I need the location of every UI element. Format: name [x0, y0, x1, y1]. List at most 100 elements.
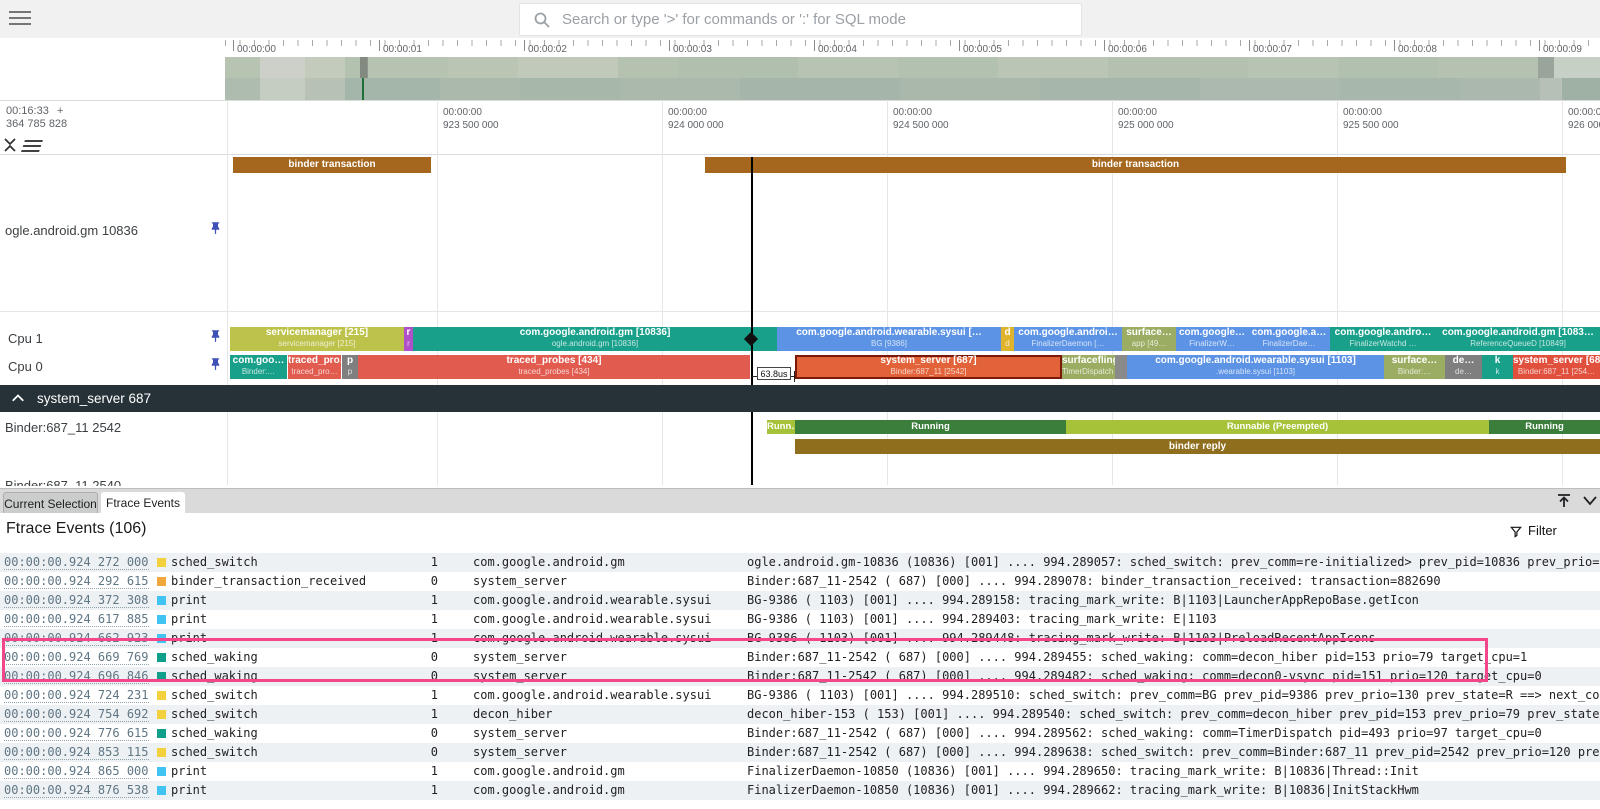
- timestamp-link[interactable]: 00:00:00.924 724 231: [4, 687, 149, 703]
- minimap-cpu-band-top[interactable]: [0, 57, 1600, 78]
- table-row[interactable]: 00:00:00.924 853 115sched_switch0system_…: [0, 743, 1600, 762]
- menu-icon[interactable]: [9, 11, 31, 27]
- minimap-segment: [440, 78, 520, 100]
- cpu-slice[interactable]: com.google…FinalizerW…: [1176, 327, 1248, 351]
- slice-label: k: [1482, 355, 1513, 367]
- timestamp-link[interactable]: 00:00:00.924 853 115: [4, 744, 149, 760]
- table-row[interactable]: 00:00:00.924 754 692sched_switch1decon_h…: [0, 705, 1600, 724]
- minimap-segment: [1248, 57, 1338, 78]
- slice-sublabel: traced_probes [434]: [358, 367, 750, 376]
- table-row[interactable]: 00:00:00.924 865 000print1com.google.and…: [0, 762, 1600, 781]
- viewport-marker[interactable]: [360, 57, 367, 78]
- table-row[interactable]: 00:00:00.924 662 923print1com.google.and…: [0, 629, 1600, 648]
- cpu-slice[interactable]: rr: [404, 327, 413, 351]
- cpu-slice[interactable]: com.google.a…FinalizerDae…: [1248, 327, 1330, 351]
- cpu-slice[interactable]: com.goo…Binder:…: [230, 355, 287, 379]
- pin-icon[interactable]: [208, 221, 223, 236]
- track-options-icon[interactable]: [21, 140, 43, 152]
- cpu-slice[interactable]: surface…Binder:…: [1384, 355, 1445, 379]
- slice-sublabel: Binder:687_11 [254…: [1513, 367, 1600, 376]
- cpu-slice[interactable]: servicemanager [215]servicemanager [215]: [230, 327, 404, 351]
- measurement-tick: [794, 371, 795, 382]
- timestamp-link[interactable]: 00:00:00.924 776 615: [4, 725, 149, 741]
- cpu-slice[interactable]: [1115, 355, 1127, 379]
- minimap-segment: [1338, 57, 1438, 78]
- event-args: Binder:687_11-2542 ( 687) [000] .... 994…: [747, 667, 1600, 686]
- tab-ftrace-events[interactable]: Ftrace Events: [101, 492, 185, 514]
- ftrace-events-table: 00:00:00.924 272 000sched_switch1com.goo…: [0, 547, 1600, 800]
- track-label-clipped[interactable]: Binder:687_11 2540: [5, 478, 121, 486]
- cpu-slice[interactable]: com.google.android.gm [1083…ReferenceQue…: [1436, 327, 1600, 351]
- slice-label: de…: [1445, 355, 1482, 367]
- panel-title: Ftrace Events (106): [6, 520, 147, 538]
- binder-reply-slice[interactable]: binder reply: [795, 439, 1600, 454]
- timestamp-link[interactable]: 00:00:00.924 754 692: [4, 706, 149, 722]
- binder-transaction-slice[interactable]: binder transaction: [233, 157, 431, 173]
- selection-marker-line: [751, 157, 753, 485]
- collapse-all-icon[interactable]: [2, 137, 18, 153]
- overview-ruler[interactable]: 00:00:0000:00:0100:00:0200:00:0300:00:04…: [0, 38, 1600, 57]
- cpu-slice[interactable]: system_server [687]Binder:687_11 [2542]: [795, 355, 1062, 379]
- minimap-cpu-band-bottom[interactable]: [0, 78, 1600, 100]
- timestamp-link[interactable]: 00:00:00.924 272 000: [4, 554, 149, 570]
- minimap-segment: [345, 78, 440, 100]
- chevron-up-icon[interactable]: [11, 392, 25, 406]
- cpu-slice[interactable]: traced_probes [434]traced_probes [434]: [358, 355, 750, 379]
- slice-sublabel: ogle.android.gm [10836]: [413, 339, 777, 348]
- event-name: print: [171, 610, 207, 629]
- cpu-slice[interactable]: dd: [1001, 327, 1014, 351]
- event-name: sched_waking: [171, 724, 258, 743]
- cpu-slice[interactable]: traced_pro…traced_pro…: [288, 355, 341, 379]
- duration-label: 63.8us: [757, 367, 791, 380]
- filter-button[interactable]: Filter: [1509, 525, 1523, 544]
- table-row[interactable]: 00:00:00.924 617 885print1com.google.and…: [0, 610, 1600, 629]
- cpu-slice[interactable]: pp: [342, 355, 358, 379]
- table-row[interactable]: 00:00:00.924 696 846sched_waking0system_…: [0, 667, 1600, 686]
- process-group-header-system-server[interactable]: system_server 687: [0, 385, 1600, 412]
- timestamp-link[interactable]: 00:00:00.924 662 923: [4, 630, 149, 646]
- cpu-slice[interactable]: surfaceflinger…TimerDispatch …: [1062, 355, 1115, 379]
- cpu-slice[interactable]: com.google.android.wearable.sysui [1103]…: [1127, 355, 1384, 379]
- time-mark-label: 00:00:00923 500 000: [443, 106, 499, 132]
- expand-panel-icon[interactable]: [1555, 492, 1573, 510]
- thread-state-slice[interactable]: Runnable (Preempted): [1066, 420, 1489, 434]
- timestamp-link[interactable]: 00:00:00.924 876 538: [4, 782, 149, 798]
- timestamp-link[interactable]: 00:00:00.924 865 000: [4, 763, 149, 779]
- timestamp-link[interactable]: 00:00:00.924 372 308: [4, 592, 149, 608]
- search-input[interactable]: Search or type '>' for commands or ':' f…: [519, 3, 1082, 36]
- cpu-slice[interactable]: surface…app [49…: [1122, 327, 1176, 351]
- thread-state-slice[interactable]: Runn…: [767, 420, 795, 434]
- table-row[interactable]: 00:00:00.924 292 615binder_transaction_r…: [0, 572, 1600, 591]
- ftrace-events-panel: Ftrace Events (106) Filter 00:00:00.924 …: [0, 513, 1600, 809]
- cpu-slice[interactable]: system_server [687]Binder:687_11 [254…: [1513, 355, 1600, 379]
- binder-transaction-slice[interactable]: binder transaction: [705, 157, 1566, 173]
- cpu-number: 0: [420, 572, 438, 591]
- table-row[interactable]: 00:00:00.924 876 538print1com.google.and…: [0, 781, 1600, 800]
- timestamp-link[interactable]: 00:00:00.924 669 769: [4, 649, 149, 665]
- slice-label: com.google.android.wearable.sysui […: [777, 327, 1001, 339]
- table-row[interactable]: 00:00:00.924 272 000sched_switch1com.goo…: [0, 553, 1600, 572]
- cpu-slice[interactable]: com.google.androi…FinalizerDaemon […: [1014, 327, 1122, 351]
- ruler-time-label: 00:00:03: [673, 44, 712, 55]
- timestamp-link[interactable]: 00:00:00.924 292 615: [4, 573, 149, 589]
- cpu-slice[interactable]: de…de…: [1445, 355, 1482, 379]
- chevron-down-icon[interactable]: [1582, 495, 1598, 507]
- minimap-segment: [678, 57, 798, 78]
- thread-state-slice[interactable]: Running: [795, 420, 1066, 434]
- minimap-segment: [520, 78, 620, 100]
- table-row[interactable]: 00:00:00.924 669 769sched_waking0system_…: [0, 648, 1600, 667]
- timestamp-link[interactable]: 00:00:00.924 696 846: [4, 668, 149, 684]
- timestamp-link[interactable]: 00:00:00.924 617 885: [4, 611, 149, 627]
- cpu-slice[interactable]: kk: [1482, 355, 1513, 379]
- cpu-slice[interactable]: com.google.android.wearable.sysui […BG […: [777, 327, 1001, 351]
- table-row[interactable]: 00:00:00.924 776 615sched_waking0system_…: [0, 724, 1600, 743]
- cpu-slice[interactable]: com.google.andro…FinalizerWatchd …: [1330, 327, 1436, 351]
- filter-label: Filter: [1528, 523, 1557, 538]
- cpu-slice[interactable]: com.google.android.gm [10836]ogle.androi…: [413, 327, 777, 351]
- track-label-gm-process[interactable]: ogle.android.gm 10836: [5, 223, 138, 238]
- time-ruler[interactable]: 00:00:00923 500 00000:00:00924 000 00000…: [0, 100, 1600, 155]
- tab-current-selection[interactable]: Current Selection: [3, 492, 98, 514]
- table-row[interactable]: 00:00:00.924 372 308print1com.google.and…: [0, 591, 1600, 610]
- thread-state-slice[interactable]: Running: [1489, 420, 1600, 434]
- table-row[interactable]: 00:00:00.924 724 231sched_switch1com.goo…: [0, 686, 1600, 705]
